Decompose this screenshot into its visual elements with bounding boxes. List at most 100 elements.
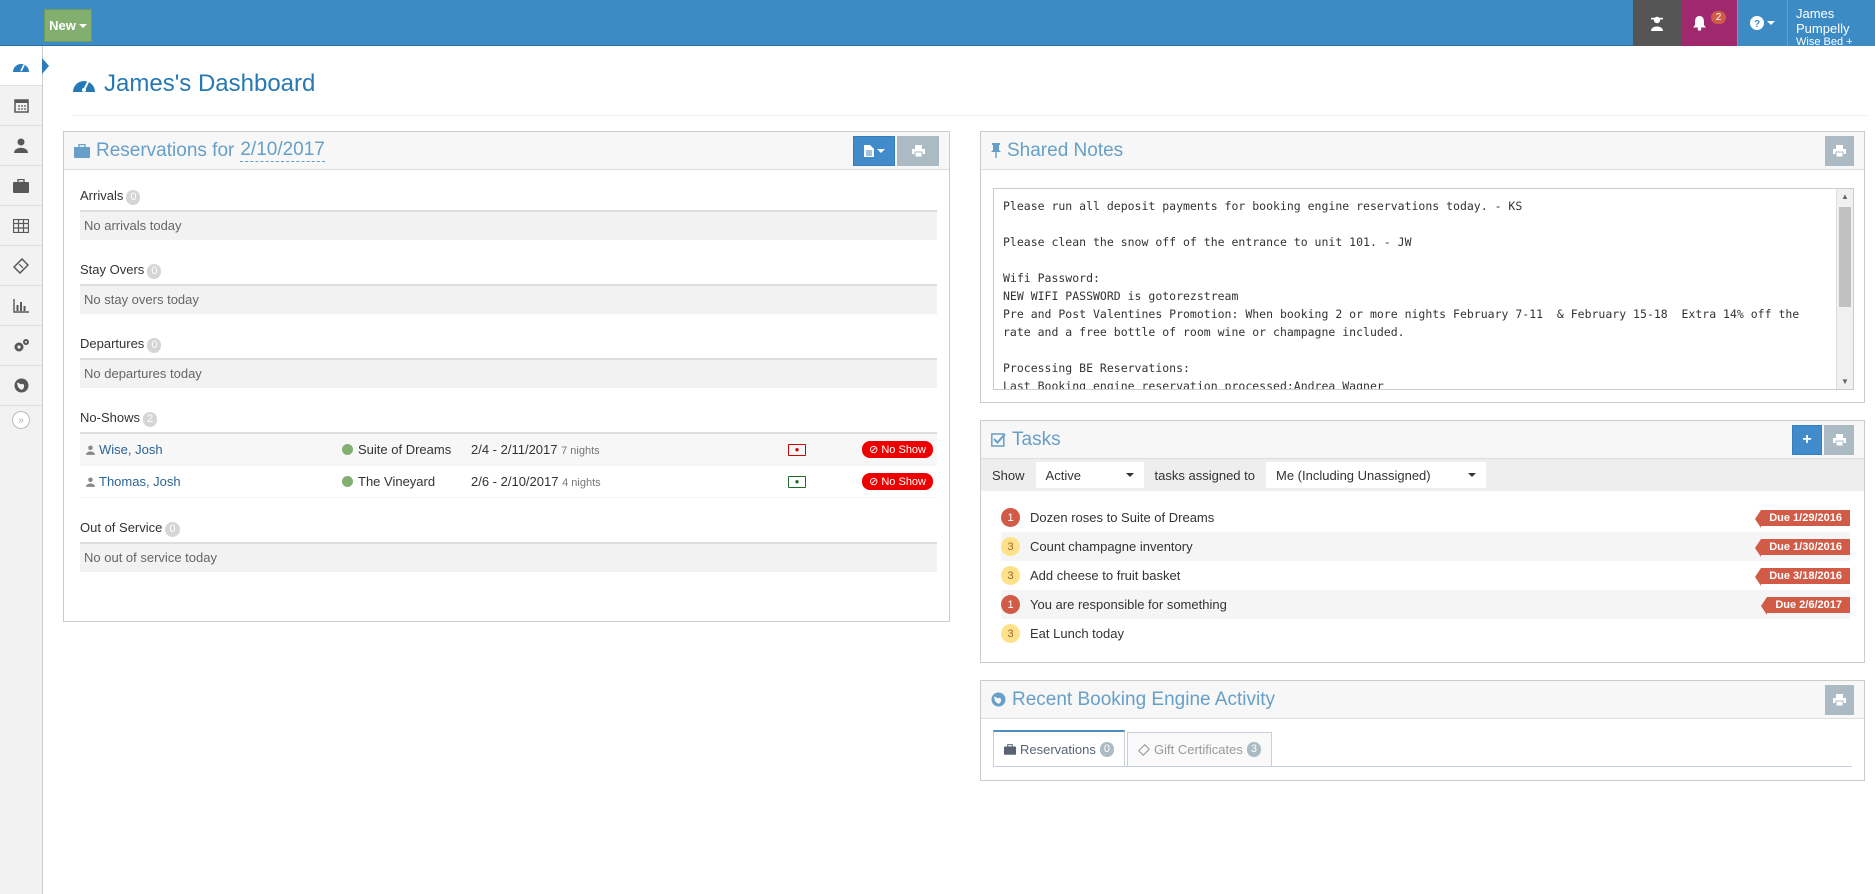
noshows-list: Wise, Josh Suite of Dreams 2/4 - 2/11/20…	[80, 434, 937, 498]
guest-link[interactable]: Wise, Josh	[86, 442, 163, 457]
unit-name: The Vineyard	[358, 474, 436, 489]
shared-notes-header: Shared Notes	[981, 132, 1864, 170]
guest-name: Wise, Josh	[99, 442, 163, 457]
sidebar-item-dashboard[interactable]	[0, 46, 49, 86]
ban-icon: ⊘	[869, 444, 879, 456]
calendar-icon	[13, 99, 29, 113]
shared-notes-title-text: Shared Notes	[1007, 139, 1124, 161]
sidebar-collapse-toggle[interactable]: »	[0, 406, 42, 434]
reservations-date-picker[interactable]: 2/10/2017	[240, 139, 325, 162]
date-range: 2/4 - 2/11/2017	[471, 442, 558, 457]
sidebar-item-settings[interactable]	[0, 326, 42, 366]
user-menu[interactable]: James Pumpelly Wise Bed + Breakf..	[1787, 0, 1875, 60]
page-header: James's Dashboard	[72, 70, 1867, 116]
tab-reservations[interactable]: Reservations 0	[993, 730, 1125, 766]
reservations-widget-title: Reservations for 2/10/2017	[74, 139, 325, 162]
task-assignee-select[interactable]: Me (Including Unassigned)	[1264, 461, 1487, 489]
task-text: Count champagne inventory	[1030, 539, 1193, 554]
task-item[interactable]: 1 You are responsible for something Due …	[1001, 590, 1850, 619]
reservations-widget: Reservations for 2/10/2017 Arrivals 0 No …	[63, 131, 950, 622]
task-text: Eat Lunch today	[1030, 626, 1124, 641]
ticket-icon	[13, 257, 29, 274]
sidebar-item-guests[interactable]	[0, 126, 42, 166]
departures-title: Departures 0	[80, 336, 937, 358]
task-item[interactable]: 1 Dozen roses to Suite of Dreams Due 1/2…	[1001, 503, 1850, 532]
arrivals-empty: No arrivals today	[80, 212, 937, 240]
tasks-widget: Tasks + Show Active tasks assigned to Me…	[980, 420, 1865, 663]
task-item[interactable]: 3 Count champagne inventory Due 1/30/201…	[1001, 532, 1850, 561]
sidebar-item-reservations[interactable]	[0, 166, 42, 206]
bar-chart-icon	[13, 298, 29, 313]
export-button[interactable]	[853, 136, 895, 166]
unit-name: Suite of Dreams	[358, 442, 452, 457]
task-item[interactable]: 3 Add cheese to fruit basket Due 3/18/20…	[1001, 561, 1850, 590]
page-title: James's Dashboard	[72, 70, 1867, 98]
outofservice-title: Out of Service 0	[80, 520, 937, 542]
bell-icon	[1692, 16, 1706, 31]
stay-dates: 2/6 - 2/10/2017 4 nights	[471, 474, 601, 489]
help-button[interactable]: ?	[1737, 0, 1787, 46]
sidebar-item-grid[interactable]	[0, 206, 42, 246]
notes-scrollbar[interactable]: ▲ ▼	[1836, 189, 1853, 389]
scroll-up-icon[interactable]: ▲	[1841, 192, 1849, 201]
chevron-down-icon	[1125, 473, 1134, 477]
print-icon	[911, 145, 925, 157]
ticket-icon	[1138, 743, 1150, 756]
stayovers-count: 0	[147, 264, 162, 279]
booking-activity-header: Recent Booking Engine Activity	[981, 681, 1864, 719]
outofservice-count: 0	[165, 522, 180, 537]
print-icon	[1832, 434, 1846, 446]
noshow-row[interactable]: Thomas, Josh The Vineyard 2/6 - 2/10/201…	[80, 466, 937, 498]
new-button-label: New	[49, 18, 76, 33]
task-status-select[interactable]: Active	[1034, 461, 1145, 489]
money-icon[interactable]: ●	[788, 443, 806, 456]
task-status-value: Active	[1045, 467, 1081, 483]
user-icon	[14, 138, 28, 153]
noshows-count: 2	[142, 412, 158, 427]
scrollbar-thumb[interactable]	[1839, 207, 1851, 307]
show-label: Show	[992, 467, 1025, 483]
priority-badge: 1	[1001, 508, 1020, 527]
guest-link[interactable]: Thomas, Josh	[86, 474, 181, 489]
new-button[interactable]: New	[44, 9, 92, 42]
print-button[interactable]	[1824, 425, 1854, 455]
table-icon	[13, 218, 29, 233]
task-assignee-value: Me (Including Unassigned)	[1275, 467, 1431, 483]
scroll-down-icon[interactable]: ▼	[1841, 377, 1849, 386]
shared-notes-textarea[interactable]: Please run all deposit payments for book…	[993, 188, 1854, 390]
user-property: Wise Bed + Breakf..	[1796, 36, 1853, 60]
print-button[interactable]	[897, 136, 939, 166]
date-range: 2/6 - 2/10/2017	[471, 474, 559, 489]
sidebar-item-booking-engine[interactable]	[0, 366, 42, 406]
sidebar-item-calendar[interactable]	[0, 86, 42, 126]
print-button[interactable]	[1825, 685, 1854, 715]
sidebar-item-reports[interactable]	[0, 286, 42, 326]
task-item[interactable]: 3 Eat Lunch today	[1001, 619, 1850, 648]
notifications-button[interactable]: 2	[1681, 0, 1737, 46]
spy-button[interactable]	[1633, 0, 1681, 46]
briefcase-icon	[13, 178, 29, 193]
tasks-title: Tasks	[991, 429, 1061, 451]
noshow-row[interactable]: Wise, Josh Suite of Dreams 2/4 - 2/11/20…	[80, 434, 937, 466]
task-text: You are responsible for something	[1030, 597, 1227, 612]
tab-count: 3	[1246, 742, 1261, 757]
add-task-button[interactable]: +	[1792, 425, 1822, 455]
noshows-title: No-Shows 2	[80, 410, 937, 432]
tab-label: Gift Certificates	[1154, 742, 1243, 757]
assigned-label: tasks assigned to	[1154, 467, 1255, 483]
tab-gift-certificates[interactable]: Gift Certificates 3	[1127, 732, 1272, 766]
money-icon[interactable]: ●	[788, 475, 806, 488]
navbar-right: 2 ? James Pumpelly Wise Bed + Breakf..	[1633, 0, 1875, 60]
due-date-label: Due 1/30/2016	[1755, 538, 1850, 557]
booking-activity-title-text: Recent Booking Engine Activity	[1012, 688, 1275, 710]
reservations-title-text: Reservations for	[96, 139, 235, 161]
sidebar-item-gift-certificates[interactable]	[0, 246, 42, 286]
print-button[interactable]	[1825, 136, 1854, 166]
task-text: Add cheese to fruit basket	[1030, 568, 1181, 583]
task-text: Dozen roses to Suite of Dreams	[1030, 510, 1215, 525]
page-title-text: James's Dashboard	[104, 70, 316, 97]
task-filter-bar: Show Active tasks assigned to Me (Includ…	[981, 459, 1864, 491]
departures-empty: No departures today	[80, 360, 937, 388]
priority-badge: 1	[1001, 595, 1020, 614]
arrivals-title: Arrivals 0	[80, 188, 937, 210]
